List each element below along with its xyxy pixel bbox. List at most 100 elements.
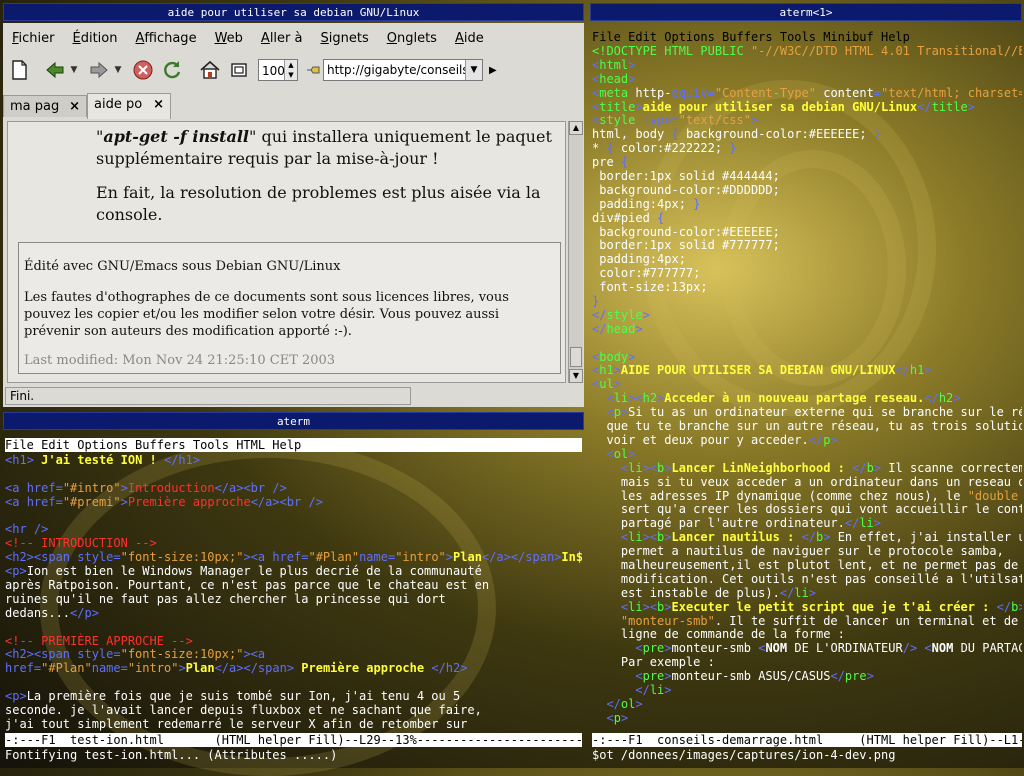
code-token: malheureusement,il est plutot lent, et n… [592, 557, 1019, 572]
terminal-left-title-bar[interactable]: aterm [3, 412, 584, 430]
scroll-thumb[interactable] [570, 347, 582, 367]
menu-item[interactable]: Web [206, 27, 252, 49]
forward-dropdown[interactable]: ▼ [112, 57, 124, 83]
page-scrollbar[interactable]: ▲ ▼ [568, 121, 583, 383]
code-token: </a></span> [481, 550, 562, 565]
reload-button[interactable] [159, 57, 185, 83]
home-button[interactable] [197, 57, 223, 83]
go-button[interactable]: ▶ [489, 65, 497, 76]
tab-strip: ma pag × aide po × [3, 93, 584, 119]
code-line: Par exemple : [592, 655, 1022, 670]
tab-ma-page[interactable]: ma pag × [3, 95, 87, 117]
code-token: > [613, 377, 621, 392]
code-token: <!DOCTYPE HTML PUBLIC [592, 45, 751, 58]
code-token: "#Plan" [308, 550, 360, 565]
code-line: <title>aide pour utiliser sa debian GNU/… [592, 99, 1022, 115]
code-token: aide pour utiliser sa debian GNU/Linux [642, 99, 918, 114]
code-token: style [599, 113, 643, 128]
stop-button[interactable] [130, 57, 156, 83]
code-token: > [1018, 599, 1022, 614]
window-button[interactable] [226, 57, 252, 83]
code-token: > [967, 99, 975, 114]
code-line: font-size:13px; [592, 280, 1022, 295]
site-icon [307, 66, 320, 74]
zoom-field[interactable]: 100 ▲ ▼ [258, 59, 298, 81]
emacs-menubar-right[interactable]: File Edit Options Buffers Tools Minibuf … [592, 30, 1022, 44]
code-token: > [664, 530, 672, 545]
code-token: h1 [12, 454, 27, 467]
code-token: partagé par l'autre ordinateur. [592, 516, 845, 531]
code-token: . Il te suffit de lancer un terminal et … [714, 613, 1022, 628]
code-token: NOM [931, 641, 954, 656]
code-token: h1 [599, 363, 614, 378]
browser-window: aide pour utiliser sa debian GNU/Linux F… [3, 3, 584, 407]
zoom-stepper[interactable]: ▲ ▼ [284, 60, 297, 80]
code-token: "monteur-smb" [620, 613, 715, 628]
code-token: </a><br /> [250, 494, 323, 509]
emacs-menubar-left[interactable]: File Edit Options Buffers Tools HTML Hel… [5, 438, 582, 452]
code-apt-get: apt-get -f install [103, 127, 249, 146]
code-token: NOM [765, 641, 788, 656]
code-token: </ [592, 321, 607, 336]
tab-aide-pour[interactable]: aide po × [87, 93, 171, 119]
code-token: ul [599, 377, 614, 392]
code-token: { [657, 210, 665, 225]
code-line: padding:4px; } [592, 197, 1022, 212]
code-line: <hr /> [5, 523, 582, 537]
tab-close-icon[interactable]: × [153, 94, 164, 116]
code-token: li [649, 682, 665, 697]
code-token: <a [5, 494, 27, 509]
code-token: "text/css" [678, 113, 751, 128]
back-button[interactable] [42, 57, 68, 83]
url-dropdown[interactable]: ▼ [465, 60, 482, 80]
forward-arrow-icon [90, 61, 108, 79]
terminal-right-title-bar[interactable]: aterm<1> [590, 3, 1022, 21]
code-token: <a [5, 480, 27, 495]
code-token: "Content-Type" [714, 85, 816, 100]
last-modified: Last modified: Mon Nov 24 21:25:10 CET 2… [24, 353, 336, 368]
code-token: </ [895, 363, 910, 378]
code-token: > [628, 71, 636, 86]
menu-item[interactable]: Aide [446, 27, 493, 49]
code-line: partagé par l'autre ordinateur.</li> [592, 516, 1022, 531]
scroll-up-icon[interactable]: ▲ [569, 121, 583, 135]
mode-line-right: -:---F1 conseils-demarrage.html (HTML he… [592, 733, 1022, 747]
code-line: <ul> [592, 377, 1022, 392]
forward-button[interactable] [86, 57, 112, 83]
new-page-button[interactable] [6, 57, 32, 83]
code-token: après Ratpoison. Pourtant, ce n'est pas … [5, 578, 490, 593]
back-dropdown[interactable]: ▼ [68, 57, 80, 83]
code-line: voir et deux pour y acceder.</p> [592, 432, 1022, 448]
code-token: = [671, 113, 679, 128]
code-token: </ [830, 669, 845, 684]
menu-item[interactable]: Aller à [252, 27, 312, 49]
tab-close-icon[interactable]: × [69, 96, 80, 118]
code-token: pre [642, 669, 665, 684]
url-input[interactable]: http://gigabyte/conseils- ▼ [323, 59, 483, 81]
scroll-down-icon[interactable]: ▼ [569, 369, 583, 383]
editor-buffer-right[interactable]: <!DOCTYPE HTML PUBLIC "-//W3C//DTD HTML … [592, 45, 1022, 733]
code-token: li [613, 391, 629, 406]
code-token: J'ai testé ION ! [33, 454, 164, 467]
code-token: h1 [909, 363, 925, 378]
menu-item[interactable]: Édition [64, 27, 127, 49]
code-token: dedans... [5, 605, 71, 620]
code-token: voir et deux pour y acceder. [592, 432, 809, 447]
code-token: </ [996, 599, 1012, 614]
code-token: > [830, 432, 838, 447]
code-token: { [620, 155, 629, 170]
menu-item[interactable]: Affichage [126, 27, 205, 49]
code-line: <html> [592, 58, 1022, 73]
code-line: modification. Cet outils n'est pas conse… [592, 572, 1022, 587]
menu-item[interactable]: Fichier [3, 27, 64, 49]
code-token: Lancer LinNeighborhood : [671, 460, 853, 475]
menu-item[interactable]: Signets [311, 27, 377, 49]
code-token: ><a [243, 550, 273, 565]
editor-buffer-left[interactable]: <h1> J'ai testé ION ! </h1> <a href="#in… [5, 454, 582, 732]
menu-item[interactable]: Onglets [378, 27, 446, 49]
code-token: equiv [671, 85, 708, 100]
browser-title-bar[interactable]: aide pour utiliser sa debian GNU/Linux [3, 3, 584, 21]
code-token: AIDE POUR UTILISER SA DEBIAN GNU/LINUX [620, 363, 896, 378]
